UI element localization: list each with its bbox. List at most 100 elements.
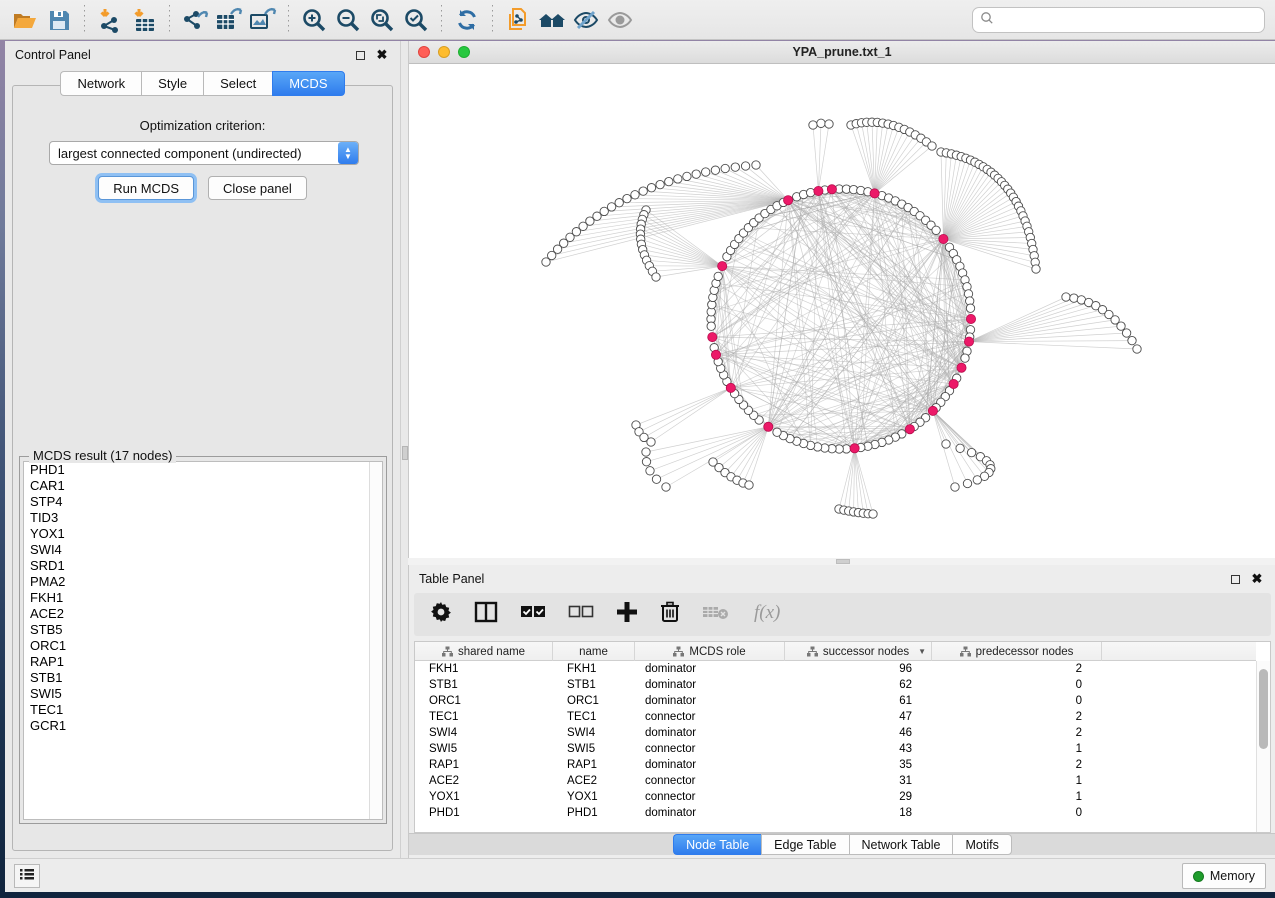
cell-successor-nodes[interactable]: 47 <box>785 709 932 725</box>
cell-name[interactable]: SWI5 <box>553 741 635 757</box>
clear-table-button[interactable] <box>702 603 730 626</box>
cell-predecessor-nodes[interactable]: 1 <box>932 773 1102 789</box>
network-node[interactable] <box>1133 345 1141 353</box>
mcds-result-item[interactable]: SRD1 <box>24 558 382 574</box>
network-node[interactable] <box>702 168 710 176</box>
table-row[interactable]: RAP1RAP1dominator352 <box>415 757 1256 773</box>
network-node[interactable] <box>1117 322 1125 330</box>
cell-name[interactable]: SWI4 <box>553 725 635 741</box>
cell-predecessor-nodes[interactable]: 2 <box>932 757 1102 773</box>
mcds-result-item[interactable]: PHD1 <box>24 462 382 478</box>
cell-successor-nodes[interactable]: 96 <box>785 661 932 677</box>
network-node[interactable] <box>642 458 650 466</box>
network-node[interactable] <box>674 175 682 183</box>
cell-shared-name[interactable]: ACE2 <box>415 773 553 789</box>
cell-predecessor-nodes[interactable]: 2 <box>932 709 1102 725</box>
network-node-dominator[interactable] <box>764 422 773 431</box>
tab-style[interactable]: Style <box>141 71 203 96</box>
mcds-result-item[interactable]: SWI5 <box>24 686 382 702</box>
zoom-out-button[interactable] <box>331 4 365 36</box>
network-node[interactable] <box>656 180 664 188</box>
export-network-button[interactable] <box>178 4 212 36</box>
network-node[interactable] <box>647 184 655 192</box>
mcds-result-item[interactable]: ACE2 <box>24 606 382 622</box>
cell-name[interactable]: RAP1 <box>553 757 635 773</box>
export-table-button[interactable] <box>212 4 246 36</box>
network-node[interactable] <box>1122 329 1130 337</box>
memory-button[interactable]: Memory <box>1182 863 1266 889</box>
network-node[interactable] <box>607 203 615 211</box>
network-node[interactable] <box>714 272 722 280</box>
network-node-dominator[interactable] <box>827 185 836 194</box>
network-node[interactable] <box>928 142 936 150</box>
cell-MCDS-role[interactable]: dominator <box>635 693 785 709</box>
network-node-dominator[interactable] <box>939 234 948 243</box>
cell-name[interactable]: TEC1 <box>553 709 635 725</box>
deselect-all-button[interactable] <box>568 604 594 625</box>
network-node-dominator[interactable] <box>966 314 975 323</box>
cell-MCDS-role[interactable]: dominator <box>635 725 785 741</box>
cell-successor-nodes[interactable]: 43 <box>785 741 932 757</box>
table-row[interactable]: SWI4SWI4dominator462 <box>415 725 1256 741</box>
zoom-in-button[interactable] <box>297 4 331 36</box>
cell-shared-name[interactable]: TEC1 <box>415 709 553 725</box>
table-scrollbar[interactable] <box>1256 661 1270 832</box>
network-node[interactable] <box>692 170 700 178</box>
network-node[interactable] <box>721 164 729 172</box>
network-node-dominator[interactable] <box>870 189 879 198</box>
vertical-splitter[interactable] <box>400 41 408 858</box>
network-node[interactable] <box>1128 336 1136 344</box>
cell-successor-nodes[interactable]: 62 <box>785 677 932 693</box>
network-node-dominator[interactable] <box>784 196 793 205</box>
network-node[interactable] <box>773 428 781 436</box>
optimization-criterion-select[interactable]: largest connected component (undirected)… <box>49 141 359 165</box>
network-node-dominator[interactable] <box>964 337 973 346</box>
cell-name[interactable]: STB1 <box>553 677 635 693</box>
cell-MCDS-role[interactable]: connector <box>635 741 785 757</box>
network-node-dominator[interactable] <box>711 350 720 359</box>
tab-select[interactable]: Select <box>203 71 272 96</box>
save-button[interactable] <box>42 4 76 36</box>
mcds-result-item[interactable]: FKH1 <box>24 590 382 606</box>
cell-shared-name[interactable]: YOX1 <box>415 789 553 805</box>
cell-predecessor-nodes[interactable]: 0 <box>932 805 1102 821</box>
network-node[interactable] <box>642 448 650 456</box>
cell-successor-nodes[interactable]: 61 <box>785 693 932 709</box>
network-node[interactable] <box>631 191 639 199</box>
network-node[interactable] <box>806 188 814 196</box>
mcds-list-scrollbar[interactable] <box>369 462 382 819</box>
cell-predecessor-nodes[interactable]: 1 <box>932 741 1102 757</box>
table-row[interactable]: TEC1TEC1connector472 <box>415 709 1256 725</box>
network-node[interactable] <box>1062 293 1070 301</box>
network-node-dominator[interactable] <box>708 333 717 342</box>
select-all-button[interactable] <box>520 604 546 625</box>
network-node[interactable] <box>665 177 673 185</box>
mcds-result-item[interactable]: YOX1 <box>24 526 382 542</box>
tab-edge-table[interactable]: Edge Table <box>761 834 848 855</box>
network-node[interactable] <box>869 510 877 518</box>
cell-successor-nodes[interactable]: 18 <box>785 805 932 821</box>
settings-gear-button[interactable] <box>430 601 452 628</box>
mcds-result-item[interactable]: CAR1 <box>24 478 382 494</box>
cell-name[interactable]: ACE2 <box>553 773 635 789</box>
network-window-titlebar[interactable]: YPA_prune.txt_1 <box>409 41 1275 64</box>
cell-MCDS-role[interactable]: connector <box>635 773 785 789</box>
splitter-grip[interactable] <box>836 559 850 564</box>
tab-mcds[interactable]: MCDS <box>272 71 344 96</box>
cell-MCDS-role[interactable]: dominator <box>635 805 785 821</box>
network-node[interactable] <box>707 322 715 330</box>
column-header-MCDS-role[interactable]: MCDS role <box>635 642 785 661</box>
network-node-dominator[interactable] <box>814 186 823 195</box>
network-node[interactable] <box>809 121 817 129</box>
show-all-button[interactable] <box>603 4 637 36</box>
network-node-dominator[interactable] <box>718 262 727 271</box>
mcds-result-item[interactable]: TID3 <box>24 510 382 526</box>
network-overview-button[interactable] <box>535 4 569 36</box>
network-node[interactable] <box>647 438 655 446</box>
hide-selected-button[interactable] <box>569 4 603 36</box>
cell-predecessor-nodes[interactable]: 2 <box>932 661 1102 677</box>
mcds-result-item[interactable]: GCR1 <box>24 718 382 734</box>
mcds-result-item[interactable]: STB1 <box>24 670 382 686</box>
network-node[interactable] <box>973 476 981 484</box>
delete-row-button[interactable] <box>660 601 680 628</box>
